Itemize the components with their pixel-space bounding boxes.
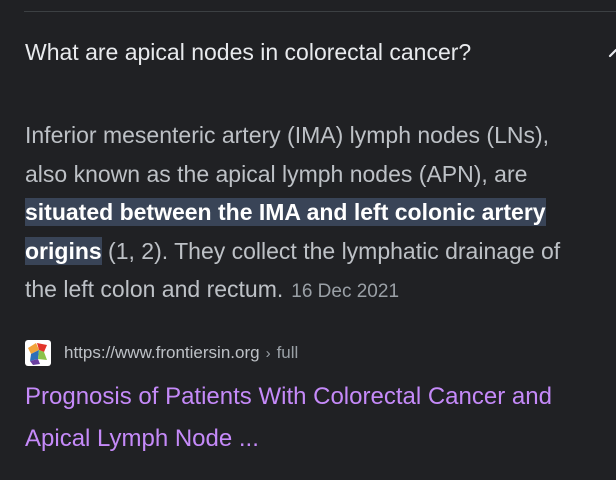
question-heading[interactable]: What are apical nodes in colorectal canc… <box>25 36 471 68</box>
snippet-line: the left colon and rectum. 16 Dec 2021 <box>25 270 616 312</box>
source-citation[interactable]: https://www.frontiersin.org › full <box>25 339 298 367</box>
result-title-line[interactable]: Prognosis of Patients With Colorectal Ca… <box>25 376 615 418</box>
snippet-text: (1, 2). They collect the lymphatic drain… <box>101 237 561 264</box>
breadcrumb-separator: › <box>265 344 271 362</box>
result-title-link[interactable]: Prognosis of Patients With Colorectal Ca… <box>25 376 615 460</box>
snippet-line: Inferior mesenteric artery (IMA) lymph n… <box>25 122 550 148</box>
snippet-line: also known as the apical lymph nodes (AP… <box>25 160 528 187</box>
frontiers-favicon-icon <box>25 340 51 366</box>
source-url[interactable]: https://www.frontiersin.org <box>64 343 260 363</box>
featured-snippet: Inferior mesenteric artery (IMA) lymph n… <box>25 116 616 312</box>
snippet-line-highlighted: situated between the IMA and left coloni… <box>25 193 616 232</box>
snippet-date: 16 Dec 2021 <box>291 281 400 302</box>
snippet-text: the left colon and rectum. <box>25 276 284 302</box>
top-divider <box>24 11 616 12</box>
snippet-highlight: origins <box>25 236 102 265</box>
snippet-highlight: situated between the IMA and left coloni… <box>25 198 546 226</box>
source-path[interactable]: full <box>277 343 299 363</box>
result-title-line[interactable]: Apical Lymph Node ... <box>25 418 615 460</box>
snippet-line: origins (1, 2). They collect the lymphat… <box>25 232 616 271</box>
chevron-up-icon[interactable] <box>604 41 616 65</box>
